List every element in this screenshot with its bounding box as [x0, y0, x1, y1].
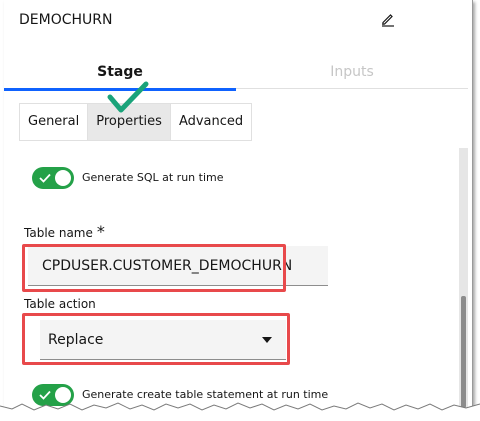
required-marker: *: [96, 222, 105, 241]
table-name-highlight: [22, 244, 286, 292]
table-action-highlight: [22, 313, 290, 365]
table-action-label: Table action: [24, 297, 96, 311]
generate-sql-toggle[interactable]: [32, 167, 74, 189]
stage-properties-panel: DEMOCHURN Stage Inputs General Propertie…: [4, 0, 473, 412]
scrollbar-thumb[interactable]: [461, 296, 466, 408]
table-name-label: Table name *: [24, 222, 105, 241]
checkmark-annotation-icon: [107, 81, 149, 113]
node-title: DEMOCHURN: [19, 12, 113, 28]
tab-bar: Stage Inputs: [4, 56, 472, 91]
toggle-knob: [55, 170, 71, 186]
subtab-general[interactable]: General: [19, 103, 89, 141]
torn-edge-decoration: [0, 402, 480, 421]
generate-sql-label: Generate SQL at run time: [82, 171, 224, 184]
pencil-icon[interactable]: [380, 11, 396, 27]
subtab-advanced[interactable]: Advanced: [169, 103, 253, 141]
tab-inputs[interactable]: Inputs: [236, 56, 468, 89]
table-name-label-text: Table name: [24, 226, 93, 240]
check-icon: [39, 173, 51, 183]
